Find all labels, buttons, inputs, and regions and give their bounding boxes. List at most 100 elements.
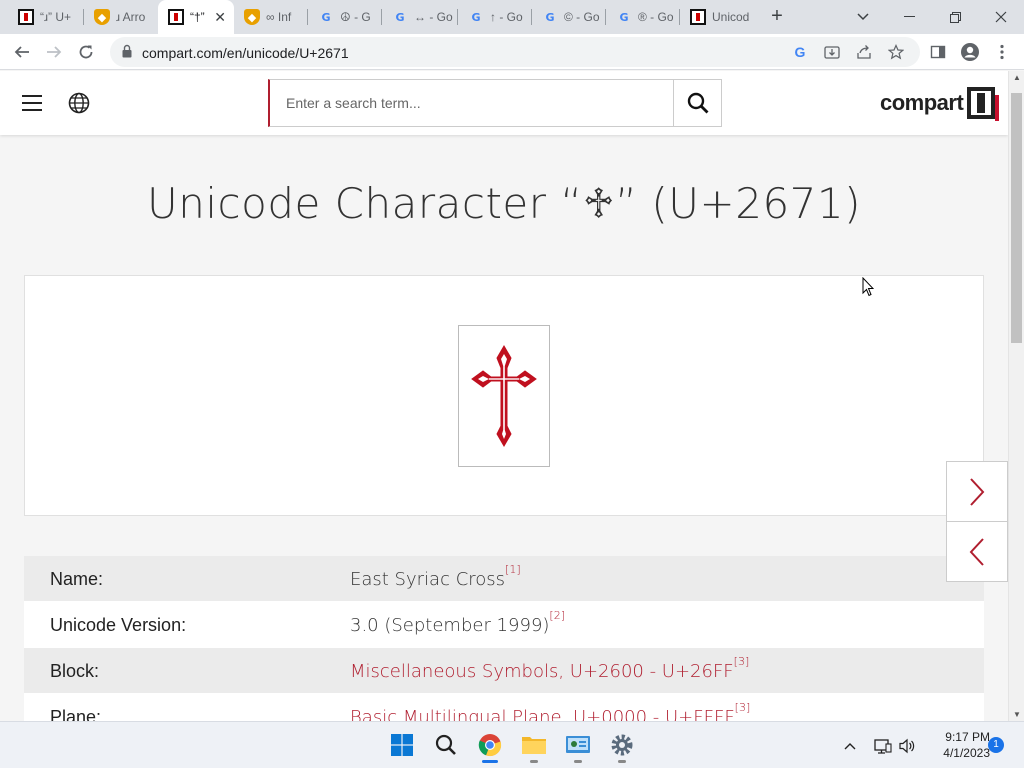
google-favicon-icon: G <box>321 10 331 24</box>
tab-2[interactable]: ◆ ɹ Arro <box>84 0 158 34</box>
network-icon[interactable] <box>874 722 892 768</box>
tab-7[interactable]: G ↑ - Go <box>458 0 532 34</box>
table-row: Unicode Version: 3.0 (September 1999)[2] <box>24 602 984 648</box>
compart-favicon-icon <box>690 9 706 25</box>
tab-title: ↔ - Go <box>414 10 453 24</box>
reload-icon[interactable] <box>72 38 100 66</box>
glyph-panel <box>24 275 984 516</box>
volume-speaker-icon[interactable] <box>898 722 916 768</box>
tab-title: ∞ Inf <box>266 10 292 24</box>
taskbar-search-icon[interactable] <box>430 729 462 761</box>
plane-link[interactable]: Basic Multilingual Plane, U+0000 - U+FFF… <box>350 707 735 721</box>
tab-search-chevron-down-icon[interactable] <box>840 0 886 34</box>
table-row: Block: Miscellaneous Symbols, U+2600 - U… <box>24 648 984 694</box>
hamburger-menu-icon[interactable] <box>22 95 42 111</box>
minimize-button[interactable] <box>886 0 932 34</box>
compart-favicon-icon <box>168 9 184 25</box>
row-label: Name: <box>50 569 104 589</box>
control-panel-icon[interactable] <box>562 729 594 763</box>
install-app-icon[interactable] <box>822 42 842 62</box>
google-favicon-icon: G <box>619 10 629 24</box>
settings-gear-icon[interactable] <box>606 729 638 763</box>
close-window-button[interactable] <box>978 0 1024 34</box>
magnifier-search-icon <box>687 92 708 114</box>
logo-text: compart <box>880 90 964 115</box>
close-tab-icon[interactable]: ✕ <box>214 9 226 26</box>
next-character-button[interactable] <box>946 461 1008 522</box>
browser-tab-strip: “ɹ” U+ ◆ ɹ Arro “†” ✕ ◆ ∞ Inf G ☮ - G G … <box>0 0 1024 34</box>
tab-title: ↑ - Go <box>490 10 523 24</box>
share-icon[interactable] <box>854 42 874 62</box>
forward-arrow-icon[interactable] <box>40 38 68 66</box>
table-row: Name: East Syriac Cross[1] <box>24 556 984 602</box>
row-value: Basic Multilingual Plane, U+0000 - U+FFF… <box>350 701 750 721</box>
row-label: Plane: <box>50 707 102 721</box>
shield-favicon-icon: ◆ <box>94 9 110 25</box>
reference-link[interactable]: [3] <box>735 701 751 714</box>
reference-link[interactable]: [3] <box>734 655 750 668</box>
system-clock[interactable]: 9:17 PM 4/1/2023 <box>924 729 990 761</box>
tab-title: © - Go <box>564 10 600 24</box>
block-link[interactable]: Miscellaneous Symbols, U+2600 - U+26FF <box>350 661 734 682</box>
page-title: Unicode Character “♱” (U+2671) <box>147 179 861 228</box>
tab-title: “†” <box>190 10 205 24</box>
tab-title: ɹ Arro <box>116 10 146 24</box>
site-header: compart <box>0 71 1008 135</box>
search-button[interactable] <box>673 80 721 126</box>
tab-6[interactable]: G ↔ - Go <box>382 0 458 34</box>
tab-title: ® - Go <box>638 10 674 24</box>
tab-1[interactable]: “ɹ” U+ <box>8 0 84 34</box>
bookmark-star-icon[interactable] <box>886 42 906 62</box>
scroll-down-arrow-icon[interactable]: ▼ <box>1013 710 1021 719</box>
file-explorer-folder-icon[interactable] <box>518 729 550 763</box>
row-value: Miscellaneous Symbols, U+2600 - U+26FF[3… <box>350 655 749 682</box>
chevron-left-icon <box>969 537 984 566</box>
windows-taskbar: 9:17 PM 4/1/2023 1 <box>0 721 1024 768</box>
google-favicon-icon: G <box>395 10 405 24</box>
restore-button[interactable] <box>932 0 978 34</box>
tab-5[interactable]: G ☮ - G <box>308 0 382 34</box>
browser-menu-kebab-icon[interactable] <box>988 38 1016 66</box>
browser-toolbar: compart.com/en/unicode/U+2671 G <box>0 34 1024 70</box>
character-info-table: Name: East Syriac Cross[1] Unicode Versi… <box>24 556 984 721</box>
previous-character-button[interactable] <box>946 521 1008 582</box>
show-hidden-icons-chevron-up-icon[interactable] <box>844 722 856 768</box>
row-label: Block: <box>50 661 100 681</box>
search-form <box>268 79 722 127</box>
compart-logo[interactable]: compart <box>880 87 1000 121</box>
scroll-up-arrow-icon[interactable]: ▲ <box>1013 73 1021 82</box>
search-input[interactable] <box>270 80 674 126</box>
notification-badge[interactable]: 1 <box>988 737 1004 753</box>
value-text: East Syriac Cross <box>350 569 506 590</box>
page-scrollbar[interactable]: ▲ ▼ <box>1008 71 1024 721</box>
new-tab-button[interactable]: + <box>766 5 788 27</box>
tab-10[interactable]: Unicod <box>680 0 754 34</box>
lock-icon[interactable] <box>122 44 132 58</box>
tab-4[interactable]: ◆ ∞ Inf <box>234 0 308 34</box>
scrollbar-thumb[interactable] <box>1011 93 1022 343</box>
address-bar[interactable]: compart.com/en/unicode/U+2671 G <box>110 37 920 67</box>
shield-favicon-icon: ◆ <box>244 9 260 25</box>
clock-time: 9:17 PM <box>945 730 990 744</box>
row-value: 3.0 (September 1999)[2] <box>350 609 565 636</box>
row-value: East Syriac Cross[1] <box>350 563 521 590</box>
value-text: 3.0 (September 1999) <box>350 615 550 636</box>
tab-9[interactable]: G ® - Go <box>606 0 680 34</box>
tab-title: Unicod <box>712 10 750 24</box>
side-panel-icon[interactable] <box>924 38 952 66</box>
globe-language-icon[interactable] <box>68 92 90 114</box>
tab-3-active[interactable]: “†” ✕ <box>158 0 234 34</box>
google-translate-g-icon[interactable]: G <box>790 42 810 62</box>
table-row: Plane: Basic Multilingual Plane, U+0000 … <box>24 694 984 721</box>
google-favicon-icon: G <box>471 10 481 24</box>
chrome-taskbar-icon[interactable] <box>474 729 506 763</box>
back-arrow-icon[interactable] <box>8 38 36 66</box>
reference-link[interactable]: [1] <box>505 563 521 576</box>
profile-avatar-icon[interactable] <box>956 38 984 66</box>
tab-title: ☮ - G <box>340 10 371 24</box>
windows-start-icon[interactable] <box>386 729 418 761</box>
tab-8[interactable]: G © - Go <box>532 0 606 34</box>
reference-link[interactable]: [2] <box>549 609 565 622</box>
clock-date: 4/1/2023 <box>943 746 990 760</box>
tab-title: “ɹ” U+ <box>40 10 71 24</box>
